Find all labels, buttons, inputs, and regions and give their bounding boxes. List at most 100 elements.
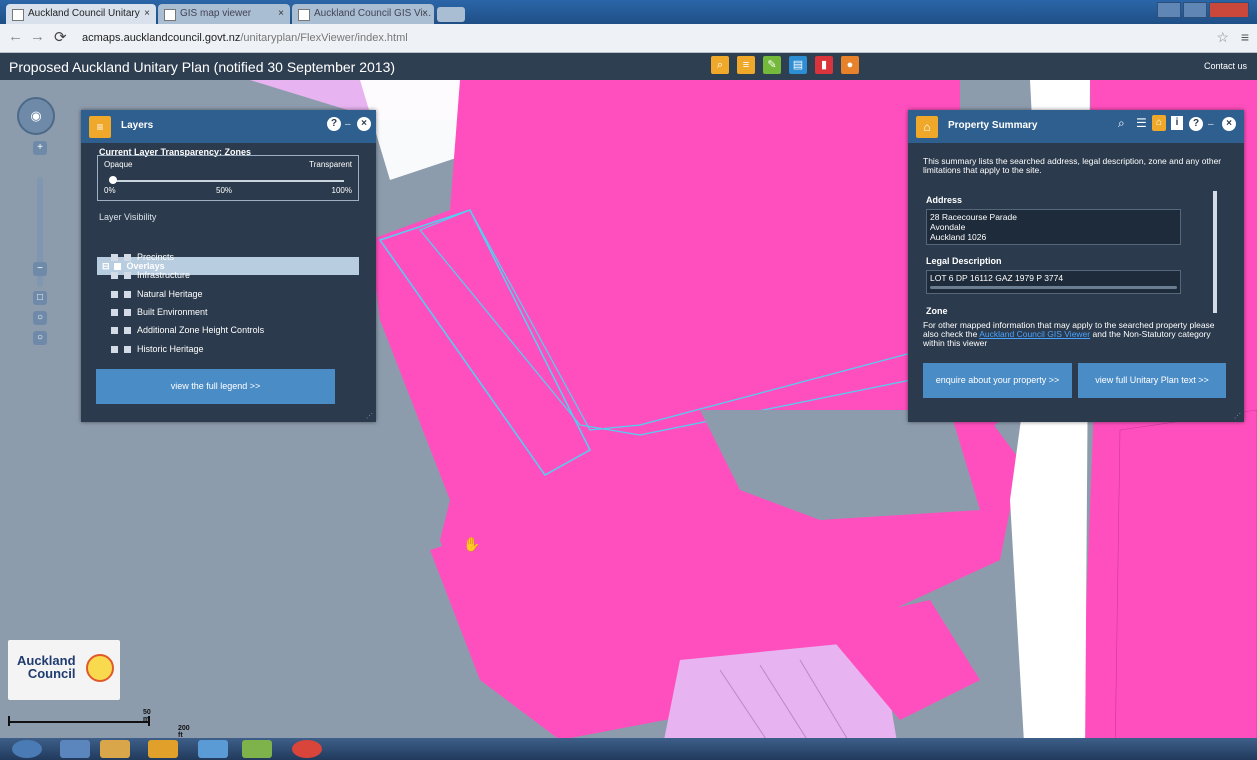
layer-item-natural-heritage[interactable]: Natural Heritage — [111, 287, 203, 301]
map-tool-icon[interactable]: ○ — [33, 331, 47, 345]
toolbar: ⌕ ≡ ✎ ▤ ▮ ● — [711, 56, 867, 74]
taskbar-app-icon[interactable] — [100, 740, 130, 758]
transparent-label: Transparent — [309, 160, 352, 169]
layers-icon[interactable]: ≡ — [737, 56, 755, 74]
bookmark-star-icon[interactable]: ☆ — [1216, 29, 1229, 46]
search-icon[interactable]: ⌕ — [711, 56, 729, 74]
summary-panel-header: ⌂ Property Summary ⌕ ☰ ⌂ i ? – × — [908, 110, 1244, 143]
taskbar-app-icon[interactable] — [242, 740, 272, 758]
taskbar-app-icon[interactable] — [148, 740, 178, 758]
home-icon[interactable]: ⌂ — [1152, 115, 1166, 131]
location-icon[interactable]: ● — [841, 56, 859, 74]
taskbar-app-icon[interactable] — [292, 740, 322, 758]
minimize-icon[interactable]: – — [1208, 119, 1214, 130]
expand-icon[interactable] — [111, 291, 118, 299]
checkbox[interactable] — [124, 346, 131, 354]
tick-label: 0% — [104, 186, 116, 195]
help-icon[interactable]: ? — [1189, 117, 1203, 131]
scale-imperial-label: 200 ft — [178, 725, 190, 739]
gis-viewer-link[interactable]: Auckland Council GIS Viewer — [979, 329, 1090, 339]
resize-handle[interactable]: ⋰ — [1234, 412, 1241, 420]
page-icon — [164, 9, 176, 21]
list-icon[interactable]: ☰ — [1136, 116, 1147, 130]
expand-icon[interactable] — [111, 254, 118, 262]
zoom-out-button[interactable]: − — [33, 262, 47, 276]
transparency-control: Opaque Transparent 0% 50% 100% — [97, 155, 359, 201]
maximize-button[interactable] — [1183, 2, 1207, 18]
checkbox[interactable] — [124, 291, 131, 299]
layer-item-precincts[interactable]: Precincts — [111, 250, 174, 264]
minimize-icon[interactable]: – — [345, 119, 351, 130]
reload-icon[interactable]: ⟳ — [54, 28, 67, 46]
browser-tab-bar: Auckland Council Unitary × GIS map viewe… — [0, 0, 1257, 24]
home-icon: ⌂ — [916, 116, 938, 138]
opaque-label: Opaque — [104, 160, 133, 169]
minimize-button[interactable] — [1157, 2, 1181, 18]
taskbar-app-icon[interactable] — [198, 740, 228, 758]
close-window-button[interactable] — [1209, 2, 1249, 18]
expand-icon[interactable] — [111, 272, 118, 280]
close-tab-icon[interactable]: × — [144, 4, 150, 24]
address-value: 28 Racecourse Parade Avondale Auckland 1… — [926, 209, 1181, 245]
page-icon — [298, 9, 310, 21]
expand-icon[interactable] — [111, 309, 118, 317]
forward-icon[interactable]: → — [30, 28, 45, 45]
bookmark-icon[interactable]: ▮ — [815, 56, 833, 74]
close-tab-icon[interactable]: × — [422, 4, 428, 24]
map-tool-icon[interactable]: ○ — [33, 311, 47, 325]
resize-handle[interactable]: ⋰ — [366, 412, 373, 420]
address-bar: ← → ⟳ acmaps.aucklandcouncil.govt.nz/uni… — [0, 24, 1257, 53]
back-icon[interactable]: ← — [8, 28, 23, 45]
expand-icon[interactable] — [111, 346, 118, 354]
zoom-in-button[interactable]: + — [33, 141, 47, 155]
app-title: Proposed Auckland Unitary Plan (notified… — [9, 59, 396, 75]
layer-item-historic-heritage[interactable]: Historic Heritage — [111, 342, 204, 356]
layer-item-additional-zone-height-controls[interactable]: Additional Zone Height Controls — [111, 323, 264, 337]
search-icon[interactable]: ⌕ — [1118, 116, 1125, 131]
layers-panel-header: ≡ Layers ? – × — [81, 110, 376, 143]
browser-tab[interactable]: GIS map viewer × — [158, 4, 290, 24]
transparency-slider[interactable] — [112, 180, 344, 182]
draw-icon[interactable]: ✎ — [763, 56, 781, 74]
tick-label: 100% — [331, 186, 352, 195]
layer-item-built-environment[interactable]: Built Environment — [111, 305, 208, 319]
start-button[interactable] — [12, 740, 42, 758]
close-icon[interactable]: × — [357, 117, 371, 131]
browser-tab[interactable]: Auckland Council GIS Vi... × — [292, 4, 434, 24]
enquire-button[interactable]: enquire about your property >> — [923, 363, 1072, 398]
close-icon[interactable]: × — [1222, 117, 1236, 131]
layer-visibility-label: Layer Visibility — [99, 212, 157, 222]
transparency-slider-handle[interactable] — [109, 176, 117, 184]
view-full-text-button[interactable]: view full Unitary Plan text >> — [1078, 363, 1226, 398]
checkbox[interactable] — [124, 309, 131, 317]
property-summary-panel: ⌂ Property Summary ⌕ ☰ ⌂ i ? – × This su… — [908, 110, 1244, 422]
layer-item-infrastructure[interactable]: Infrastructure — [111, 268, 190, 282]
expand-icon[interactable] — [111, 327, 118, 335]
url-field[interactable]: acmaps.aucklandcouncil.govt.nz/unitarypl… — [82, 28, 408, 48]
vertical-scrollbar[interactable] — [1213, 191, 1217, 313]
browser-tab-active[interactable]: Auckland Council Unitary × — [6, 4, 156, 24]
new-tab-button[interactable] — [437, 7, 465, 22]
info-icon[interactable]: i — [1171, 116, 1183, 130]
checkbox[interactable] — [124, 254, 131, 262]
checkbox[interactable] — [124, 272, 131, 280]
print-icon[interactable]: ▤ — [789, 56, 807, 74]
os-taskbar — [0, 738, 1257, 760]
contact-link[interactable]: Contact us — [1204, 61, 1247, 71]
view-legend-button[interactable]: view the full legend >> — [96, 369, 335, 404]
map-tool-icon[interactable]: □ — [33, 291, 47, 305]
help-icon[interactable]: ? — [327, 117, 341, 131]
tick-label: 50% — [216, 186, 233, 195]
checkbox[interactable] — [124, 327, 131, 335]
app-header: Proposed Auckland Unitary Plan (notified… — [0, 53, 1257, 80]
close-tab-icon[interactable]: × — [278, 4, 284, 24]
browser-menu-icon[interactable]: ≡ — [1241, 29, 1249, 45]
taskbar-app-icon[interactable] — [60, 740, 90, 758]
horizontal-scrollbar[interactable] — [930, 286, 1177, 289]
window-controls — [1155, 2, 1249, 18]
zone-heading: Zone — [926, 306, 948, 316]
page-icon — [12, 9, 24, 21]
summary-panel-title: Property Summary — [948, 120, 1038, 131]
collapse-icon[interactable]: ⊟ — [102, 261, 110, 271]
pan-control[interactable]: ◉ — [17, 97, 55, 135]
